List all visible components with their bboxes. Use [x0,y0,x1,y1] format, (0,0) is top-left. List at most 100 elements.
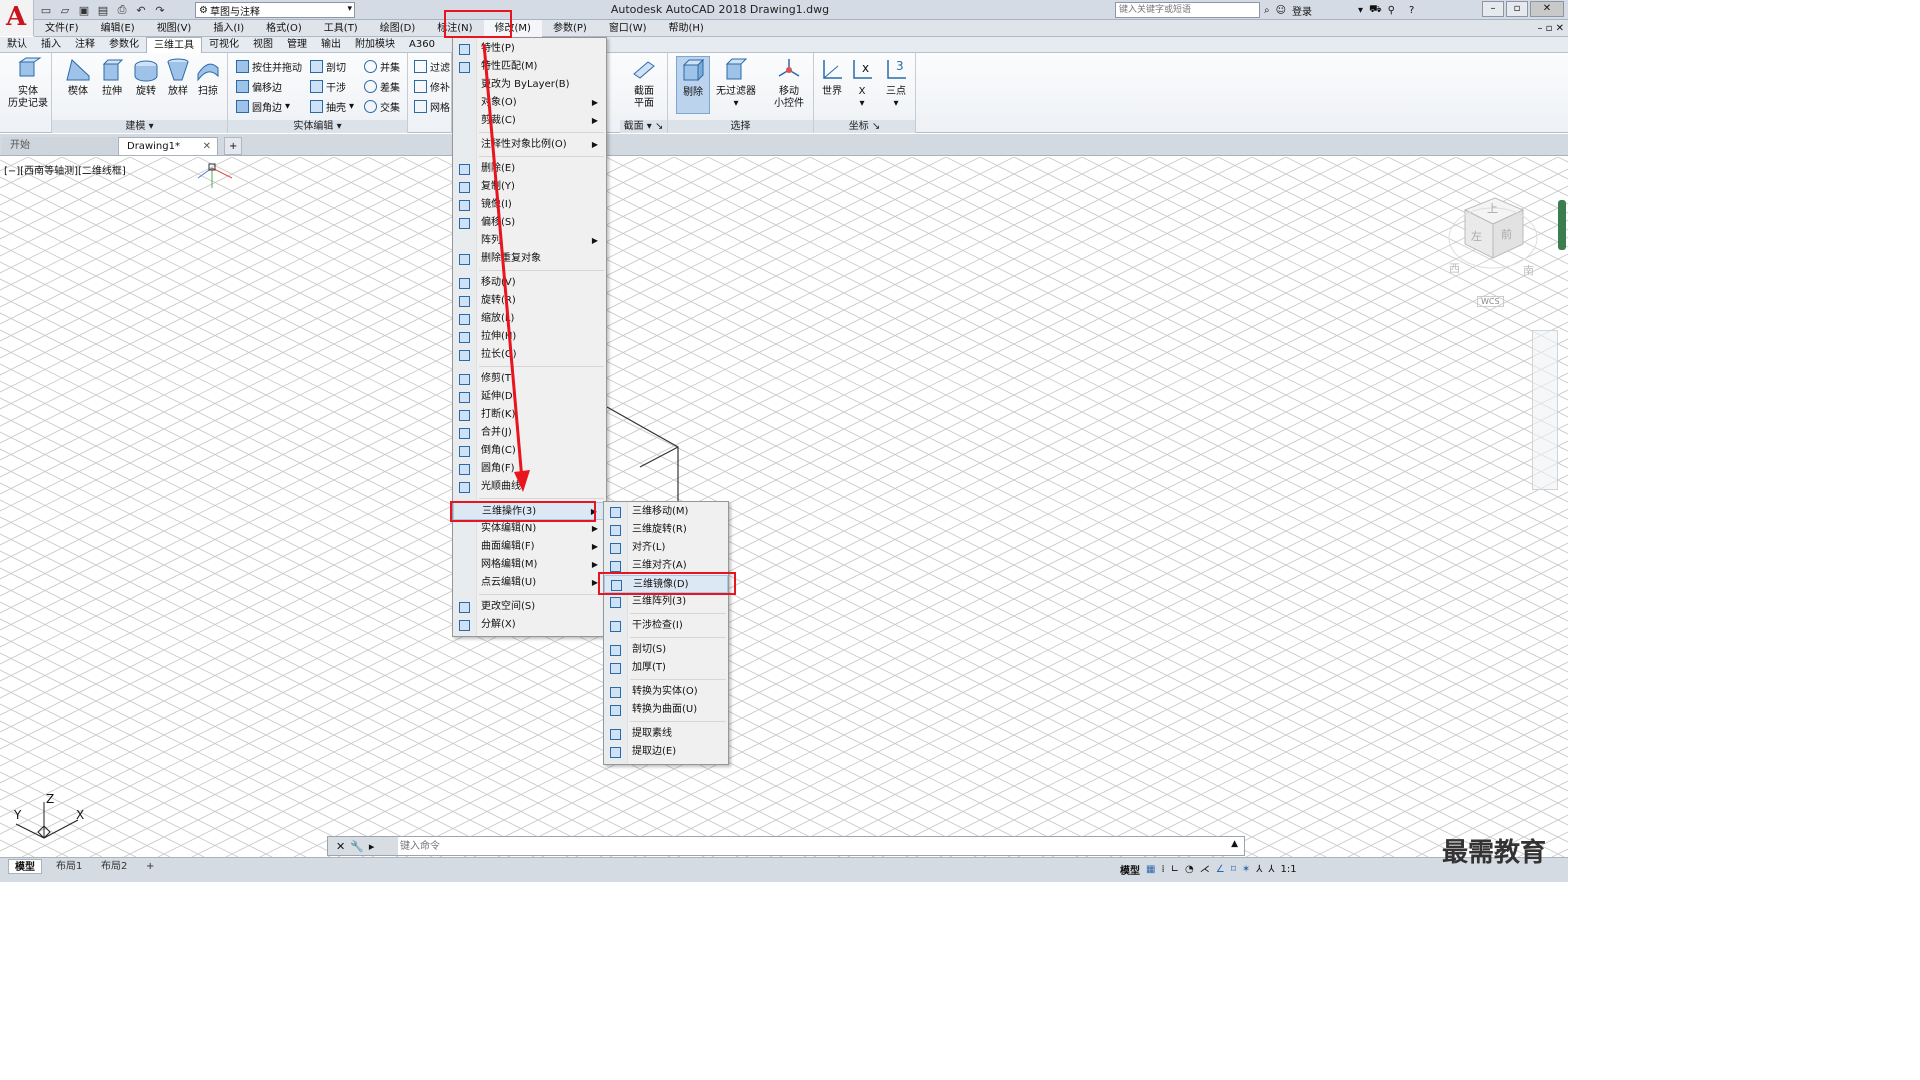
close-icon[interactable]: ✕ [336,840,345,853]
new-tab-button[interactable]: + [224,137,242,155]
ribbon-tab-10[interactable]: A360 [402,37,442,53]
viewport-controls[interactable]: [−][西南等轴测][二维线框] [4,162,126,177]
menu-item-3[interactable]: 插入(I) [202,20,255,37]
offset-edge-button[interactable]: 偏移边 [236,78,282,95]
menu-item-9[interactable]: 参数(P) [542,20,598,37]
ribbon-tab-1[interactable]: 插入 [34,37,68,53]
culling-button[interactable]: 剔除 [676,56,710,114]
menu-item-6[interactable]: 绘图(D) [369,20,427,37]
ops3d-menu-item-12[interactable]: 提取边(E) [604,743,728,761]
menu-item-11[interactable]: 帮助(H) [658,20,715,37]
command-input[interactable] [398,838,1228,854]
shell-button[interactable]: 抽壳 ▾ [310,98,354,115]
union-button[interactable]: 并集 [364,58,400,75]
interfere-button[interactable]: 干涉 [310,78,346,95]
ribbon-tab-6[interactable]: 视图 [246,37,280,53]
osnap-icon[interactable]: ⋌ [1200,864,1210,875]
annotation-icon[interactable]: ✶ [1242,864,1250,875]
ops3d-menu-item-5[interactable]: 三维阵列(3) [604,593,728,611]
polar-icon[interactable]: ◔ [1185,864,1194,875]
user-icon[interactable]: ☺ [1276,5,1286,16]
new-file-icon[interactable]: ▭ [38,3,54,17]
redo-icon[interactable]: ↷ [152,3,168,17]
ribbon-tab-0[interactable]: 默认 [0,37,34,53]
autocad-logo[interactable]: A [0,0,34,36]
ops3d-menu-item-4[interactable]: 三维镜像(D) [604,575,728,593]
move-gizmo-button[interactable]: 移动 小控件 [768,56,810,110]
ops3d-menu-item-11[interactable]: 提取素线 [604,725,728,743]
chevron-up-icon[interactable]: ▲ [1231,839,1238,849]
print-icon[interactable]: ⎙ [114,3,130,17]
binoculars-icon[interactable]: ⌕ [1264,5,1270,16]
filter-button[interactable]: 过滤 [414,58,450,75]
ribbon-tab-5[interactable]: 可视化 [202,37,246,53]
tab-layout1[interactable]: 布局1 [50,859,88,874]
wrench-icon[interactable]: 🔧 [350,840,364,853]
ops3d-menu-item-10[interactable]: 转换为曲面(U) [604,701,728,719]
revolve-button[interactable]: 旋转 [128,56,164,98]
ops3d-menu-item-9[interactable]: 转换为实体(O) [604,683,728,701]
menu-item-5[interactable]: 工具(T) [313,20,369,37]
ops3d-menu-item-8[interactable]: 加厚(T) [604,659,728,677]
login-link[interactable]: 登录 [1292,3,1312,18]
command-prompt-icon[interactable]: ▸ [369,840,375,853]
modify-menu-item-29[interactable]: 更改空间(S) [453,598,606,616]
fillet-edge-button[interactable]: 圆角边 ▾ [236,98,290,115]
extrude-button[interactable]: 拉伸 [94,56,130,98]
ribbon-tab-9[interactable]: 附加模块 [348,37,402,53]
modeling-panel-title[interactable]: 建模 ▾ [52,120,227,133]
menu-item-8[interactable]: 修改(M) [483,19,542,37]
annovis-icon[interactable]: ⅄ [1268,864,1274,875]
ucs-dynamic-icon[interactable]: ⌑ [1231,864,1236,875]
connect-icon[interactable]: ⚲ [1388,5,1395,16]
menu-item-4[interactable]: 格式(O) [255,20,313,37]
snap-icon[interactable]: ⁞ [1161,864,1164,875]
otrack-icon[interactable]: ∠ [1216,864,1225,875]
tab-start[interactable]: 开始 [2,137,117,155]
ucs-x-button[interactable]: x X ▾ [848,56,876,110]
help-icon[interactable]: ? [1409,5,1414,16]
ops3d-menu-item-6[interactable]: 干涉检查(I) [604,617,728,635]
ucs-world-button[interactable]: 世界 [816,56,848,98]
drawing-canvas[interactable] [0,157,1568,857]
modify-menu-item-25[interactable]: 实体编辑(N) ▶ [453,520,606,538]
modify-menu-item-26[interactable]: 曲面编辑(F) ▶ [453,538,606,556]
ortho-icon[interactable]: ∟ [1171,864,1179,875]
no-filter-button[interactable]: 无过滤器 ▾ [714,56,758,110]
ucs-3point-button[interactable]: 3 三点 ▾ [880,56,912,110]
menu-item-7[interactable]: 标注(N) [426,20,483,37]
viewcube-south[interactable]: 南 [1523,262,1534,278]
viewcube-left[interactable]: 左 [1471,228,1482,244]
scroll-indicator[interactable] [1558,200,1566,250]
menu-item-0[interactable]: 文件(F) [34,20,90,37]
viewcube-front[interactable]: 前 [1501,226,1512,242]
ribbon-tab-8[interactable]: 输出 [314,37,348,53]
add-layout-button[interactable]: + [140,859,160,874]
sweep-button[interactable]: 扫掠 [190,56,226,98]
intersect-button[interactable]: 交集 [364,98,400,115]
ops3d-menu-item-0[interactable]: 三维移动(M) [604,503,728,521]
ribbon-tab-3[interactable]: 参数化 [102,37,146,53]
section-plane-button[interactable]: 截面 平面 [626,56,662,110]
viewcube[interactable]: 上 左 前 西 南 WCS [1445,190,1555,310]
save-as-icon[interactable]: ▤ [95,3,111,17]
modify-menu-item-30[interactable]: 分解(X) [453,616,606,634]
open-file-icon[interactable]: ▱ [57,3,73,17]
ribbon-tab-4[interactable]: 三维工具 [146,36,202,53]
ops3d-menu-item-3[interactable]: 三维对齐(A) [604,557,728,575]
slice-small-button[interactable]: 剖切 [310,58,346,75]
viewcube-top[interactable]: 上 [1487,200,1498,216]
cart-icon[interactable]: ⛟ [1369,4,1382,17]
tab-model[interactable]: 模型 [8,859,42,874]
coords-panel-title[interactable]: 坐标 ↘ [814,120,915,133]
model-space-button[interactable]: 模型 [1120,862,1140,877]
navigation-bar[interactable] [1532,330,1558,490]
chevron-down-icon[interactable]: ▾ [1358,5,1363,16]
patch-button[interactable]: 修补 [414,78,450,95]
minimize-button[interactable]: – [1482,1,1504,17]
scale-dropdown[interactable]: 1:1 [1280,864,1296,875]
annoscale-icon[interactable]: ⅄ [1256,864,1262,875]
section-panel-title[interactable]: 截面 ▾ ↘ [620,120,667,133]
ops3d-menu-item-2[interactable]: 对齐(L) [604,539,728,557]
solid-edit-panel-title[interactable]: 实体编辑 ▾ [228,120,407,133]
